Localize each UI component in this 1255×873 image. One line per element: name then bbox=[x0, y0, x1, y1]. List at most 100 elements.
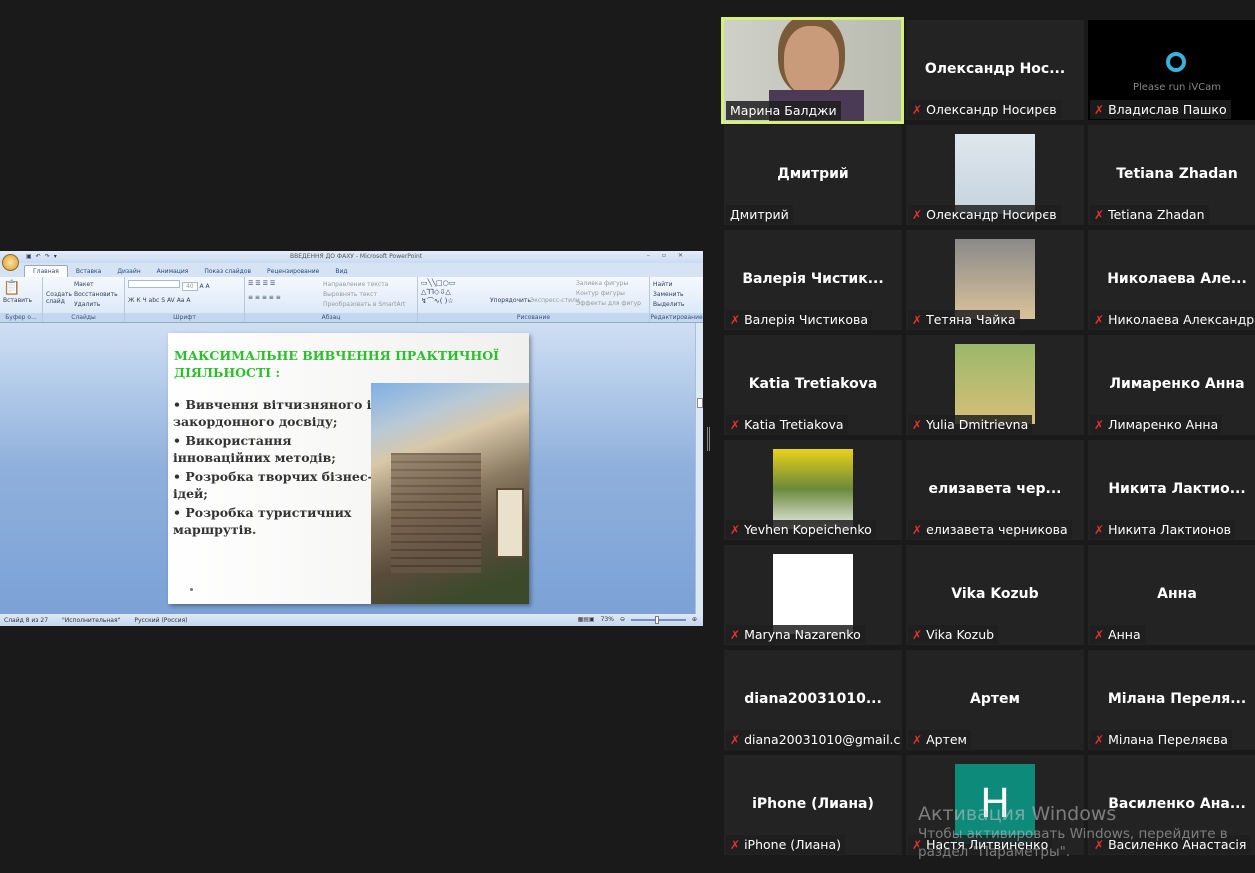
profile-picture bbox=[955, 134, 1035, 214]
tab-animation[interactable]: Анимация bbox=[149, 266, 197, 277]
muted-mic-icon: ✗ bbox=[1094, 523, 1105, 537]
layout-button[interactable]: Макет bbox=[74, 280, 121, 290]
view-buttons[interactable]: ▦▤▣ bbox=[578, 616, 595, 623]
text-direction-button[interactable]: Направление текста bbox=[323, 280, 414, 290]
align-text-button[interactable]: Выровнять текст bbox=[323, 290, 414, 300]
participant-name-label: ✗ Валерія Чистикова bbox=[726, 310, 873, 329]
find-button[interactable]: Найти bbox=[653, 280, 700, 290]
ribbon-tabs: Главная Вставка Дизайн Анимация Показ сл… bbox=[0, 263, 703, 277]
participant-name: Владислав Пашко bbox=[1108, 102, 1227, 117]
participant-name: Настя Литвиненко bbox=[926, 837, 1049, 852]
participant-tile[interactable]: Валерія Чистик... ✗ Валерія Чистикова bbox=[724, 230, 902, 330]
status-bar: Слайд 8 из 27 "Исполнительная" Русский (… bbox=[0, 614, 703, 626]
participant-name: Tetiana Zhadan bbox=[1108, 207, 1205, 222]
shape-fill-button[interactable]: Заливка фигуры bbox=[576, 279, 641, 289]
participant-name-label: ✗ Yevhen Kopeichenko bbox=[726, 520, 876, 539]
paragraph-buttons[interactable]: ☰ ☰ ☰ ☰ ≡ ≡ ≡ ≡ ≡ bbox=[248, 280, 281, 301]
window-controls[interactable]: –▫✕ bbox=[647, 252, 695, 259]
smartart-button[interactable]: Преобразовать в SmartArt bbox=[323, 300, 414, 310]
participant-tile[interactable]: Марина Балджи bbox=[721, 17, 904, 124]
participant-name: Vika Kozub bbox=[926, 627, 995, 642]
participant-tile[interactable]: Tetiana Zhadan ✗ Tetiana Zhadan bbox=[1088, 125, 1255, 225]
participant-tile[interactable]: Артем ✗ Артем bbox=[906, 650, 1084, 750]
participant-tile[interactable]: ✗ Олександр Носирєв bbox=[906, 125, 1084, 225]
font-format-buttons[interactable]: Ж К Ч abc S AV Aa A bbox=[128, 296, 241, 306]
participant-tile[interactable]: Н ✗ Настя Литвиненко bbox=[906, 755, 1084, 855]
participant-name-label: Дмитрий bbox=[726, 205, 793, 224]
participant-name: Марина Балджи bbox=[730, 103, 837, 118]
share-splitter-handle[interactable] bbox=[707, 427, 710, 451]
participant-name: diana20031010@gmail.c... bbox=[744, 732, 900, 747]
participant-tile[interactable]: ✗ Тетяна Чайка bbox=[906, 230, 1084, 330]
reset-button[interactable]: Восстановить bbox=[74, 290, 121, 300]
participant-name: елизавета черникова bbox=[926, 522, 1068, 537]
bullet: • Розробка туристичних маршрутів. bbox=[173, 505, 352, 537]
quick-styles-button[interactable]: Экспресс-стили bbox=[530, 297, 580, 304]
select-button[interactable]: Выделить bbox=[653, 300, 700, 310]
tab-review[interactable]: Рецензирование bbox=[259, 266, 327, 277]
participant-tile[interactable]: iPhone (Лиана) ✗ iPhone (Лиана) bbox=[724, 755, 902, 855]
group-label: Рисование bbox=[418, 313, 649, 322]
bullet: • Вивчення вітчизняного і закордонного д… bbox=[173, 397, 372, 429]
scroll-thumb[interactable] bbox=[697, 398, 703, 408]
participant-tile[interactable]: Лимаренко Анна ✗ Лимаренко Анна bbox=[1088, 335, 1255, 435]
group-label: Слайды bbox=[43, 313, 124, 322]
slide-title: МАКСИМАЛЬНЕ ВИВЧЕННЯ ПРАКТИЧНОЇ ДІЯЛЬНОС… bbox=[174, 348, 499, 380]
participant-name-label: ✗ Владислав Пашко bbox=[1090, 100, 1231, 119]
profile-picture bbox=[955, 239, 1035, 319]
font-name-input[interactable] bbox=[128, 280, 180, 288]
participant-tile[interactable]: Дмитрий Дмитрий bbox=[724, 125, 902, 225]
participant-tile[interactable]: Анна ✗ Анна bbox=[1088, 545, 1255, 645]
quick-access-toolbar[interactable]: ▣↶↷▾ bbox=[26, 253, 61, 260]
participant-tile[interactable]: Николаева Але... ✗ Николаева Александра bbox=[1088, 230, 1255, 330]
tab-home[interactable]: Главная bbox=[24, 265, 68, 277]
participant-tile[interactable]: ✗ Yulia Dmitrievna bbox=[906, 335, 1084, 435]
replace-button[interactable]: Заменить bbox=[653, 290, 700, 300]
paste-button[interactable]: Вставить bbox=[3, 296, 39, 306]
participant-tile[interactable]: Мілана Переля... ✗ Мілана Переляєва bbox=[1088, 650, 1255, 750]
language[interactable]: Русский (Россия) bbox=[134, 617, 187, 624]
tab-insert[interactable]: Вставка bbox=[68, 266, 109, 277]
bullet: • Розробка творчих бізнес-ідей; bbox=[173, 469, 373, 501]
participant-tile[interactable]: ✗ Maryna Nazarenko bbox=[724, 545, 902, 645]
participant-tile[interactable]: Katia Tretiakova ✗ Katia Tretiakova bbox=[724, 335, 902, 435]
zoom-in-icon[interactable]: ⊕ bbox=[692, 616, 697, 623]
participant-name: Никита Лактионов bbox=[1108, 522, 1232, 537]
shape-outline-button[interactable]: Контур фигуры bbox=[576, 289, 641, 299]
new-slide-button[interactable]: Создать слайд bbox=[46, 291, 72, 305]
shape-effects-button[interactable]: Эффекты для фигур bbox=[576, 299, 641, 309]
participant-display-name: Василенко Ана... bbox=[1108, 796, 1246, 812]
participant-tile[interactable]: Никита Лактио... ✗ Никита Лактионов bbox=[1088, 440, 1255, 540]
participant-tile[interactable]: ✗ Yevhen Kopeichenko bbox=[724, 440, 902, 540]
slide[interactable]: МАКСИМАЛЬНЕ ВИВЧЕННЯ ПРАКТИЧНОЇ ДІЯЛЬНОС… bbox=[168, 333, 529, 604]
slide-counter: Слайд 8 из 27 bbox=[4, 616, 49, 624]
participant-name-label: ✗ Katia Tretiakova bbox=[726, 415, 848, 434]
participant-display-name: iPhone (Лиана) bbox=[752, 796, 874, 812]
participant-name-label: ✗ Василенко Анастасія bbox=[1090, 835, 1251, 854]
tab-slideshow[interactable]: Показ слайдов bbox=[196, 266, 259, 277]
participant-tile[interactable]: diana20031010... ✗ diana20031010@gmail.c..… bbox=[724, 650, 902, 750]
participant-tile[interactable]: Василенко Ана... ✗ Василенко Анастасія bbox=[1088, 755, 1255, 855]
muted-mic-icon: ✗ bbox=[730, 838, 741, 852]
participant-tile[interactable]: Vika Kozub ✗ Vika Kozub bbox=[906, 545, 1084, 645]
shapes-gallery[interactable]: ▭╲╲□○▭ △⅂⅂◇⇩△ ↯⌒∿( )☆ bbox=[421, 279, 455, 306]
arrange-button[interactable]: Упорядочить bbox=[490, 297, 531, 304]
participant-name-label: ✗ Лимаренко Анна bbox=[1090, 415, 1223, 434]
tab-view[interactable]: Вид bbox=[327, 266, 355, 277]
participant-tile[interactable]: Олександр Нос... ✗ Олександр Носирєв bbox=[906, 20, 1084, 120]
font-size-input[interactable]: 40 bbox=[181, 282, 198, 291]
zoom-out-icon[interactable]: ⊖ bbox=[620, 616, 625, 623]
delete-button[interactable]: Удалить bbox=[74, 300, 121, 310]
participant-tile[interactable]: Please run iVCam ✗ Владислав Пашко bbox=[1088, 20, 1255, 120]
vertical-scrollbar[interactable] bbox=[695, 323, 703, 614]
participant-tile[interactable]: елизавета чер... ✗ елизавета черникова bbox=[906, 440, 1084, 540]
zoom-level[interactable]: 73% bbox=[601, 616, 614, 623]
participant-name: Мілана Переляєва bbox=[1108, 732, 1228, 747]
participant-name: Анна bbox=[1108, 627, 1141, 642]
participant-display-name: Tetiana Zhadan bbox=[1116, 166, 1238, 182]
participant-display-name: Vika Kozub bbox=[951, 586, 1039, 602]
office-button[interactable] bbox=[2, 254, 19, 271]
zoom-slider[interactable] bbox=[630, 615, 686, 624]
participant-name-label: ✗ Vika Kozub bbox=[908, 625, 999, 644]
tab-design[interactable]: Дизайн bbox=[109, 266, 148, 277]
